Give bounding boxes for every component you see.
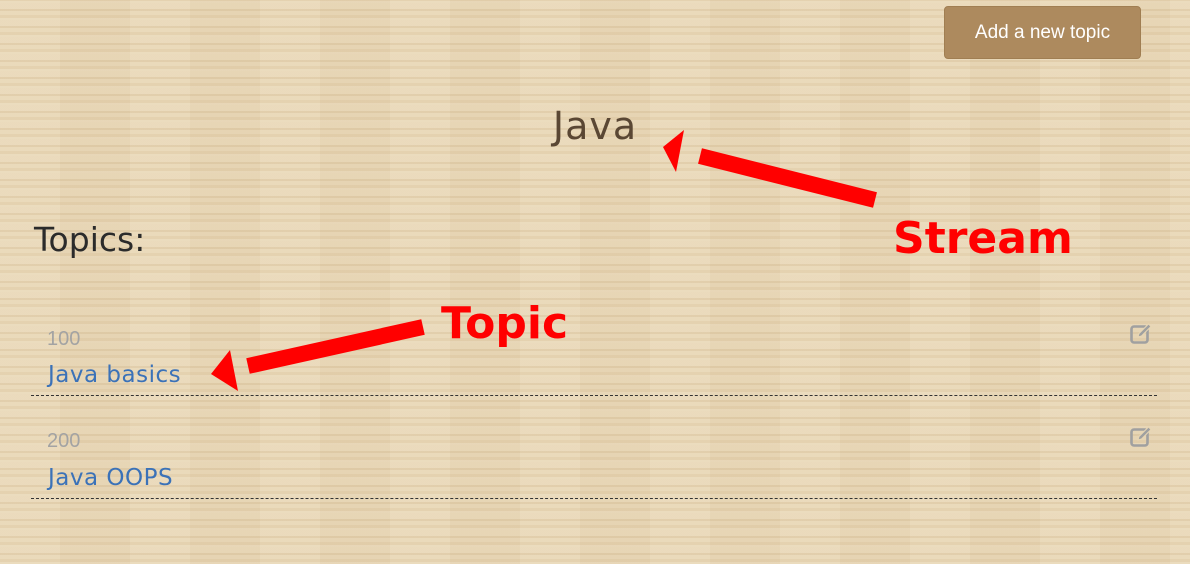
topic-number: 100 <box>47 328 81 350</box>
topic-number: 200 <box>47 430 81 452</box>
topic-link-java-basics[interactable]: Java basics <box>48 362 181 388</box>
topics-heading: Topics: <box>34 220 146 259</box>
add-topic-button[interactable]: Add a new topic <box>944 6 1141 59</box>
stream-annotation-label: Stream <box>893 213 1073 264</box>
topic-row: 100 Java basics <box>31 292 1157 396</box>
edit-icon[interactable] <box>1129 425 1153 449</box>
topic-link-java-oops[interactable]: Java OOPS <box>48 465 173 491</box>
stream-title: Java <box>552 104 638 148</box>
edit-icon[interactable] <box>1129 322 1153 346</box>
topic-annotation-label: Topic <box>441 298 569 349</box>
topic-row: 200 Java OOPS <box>31 395 1157 499</box>
